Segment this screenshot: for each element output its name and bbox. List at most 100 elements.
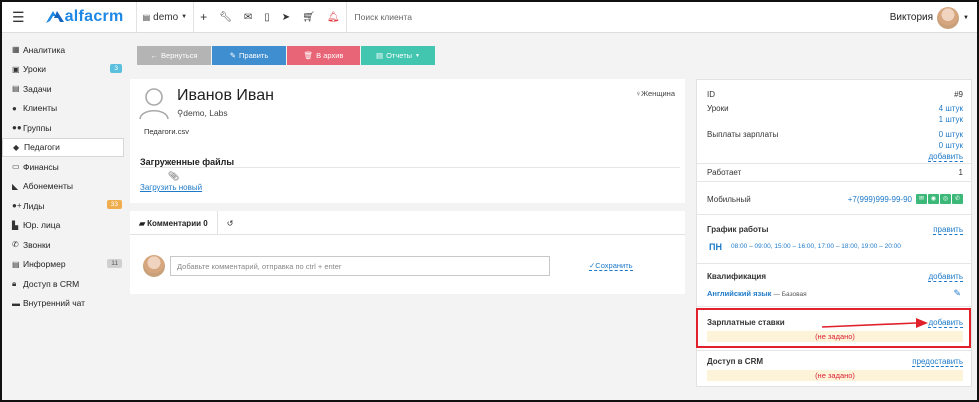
edit-schedule-link[interactable]: править <box>933 225 963 235</box>
works-value: 1 <box>958 168 963 177</box>
lessons-count-2[interactable]: 1 штук <box>939 115 963 124</box>
sidebar-item-label: Доступ в CRM <box>23 278 80 289</box>
sidebar-item-label: Аналитика <box>23 44 66 55</box>
viber-icon[interactable]: ◎ <box>940 194 951 204</box>
divider <box>697 163 971 164</box>
tab-comments[interactable]: ▰ Комментарии 0 <box>130 211 218 235</box>
informer-badge: 11 <box>107 258 122 268</box>
sidebar-item-informer[interactable]: ▤ Информер 11 <box>2 255 128 275</box>
archive-button[interactable]: 🗑︎ В архив <box>287 46 360 65</box>
wrench-icon[interactable]: 🔧︎ <box>213 2 238 33</box>
plus-icon[interactable]: + <box>194 2 213 33</box>
qualification-title: Квалификация <box>707 272 767 281</box>
sidebar-item-label: Внутренний чат <box>23 298 86 309</box>
sidebar-item-label: Юр. лица <box>23 220 61 231</box>
bell-icon[interactable]: 🔔︎ <box>321 2 346 33</box>
divider <box>697 181 971 182</box>
qualification-subject[interactable]: Английский язык <box>707 289 771 298</box>
back-button[interactable]: ← Вернуться <box>137 46 211 65</box>
action-toolbar: ← Вернуться ✎ Править 🗑︎ В архив ▤ Отчеты ▼ <box>137 46 435 65</box>
teacher-profile-card: Иванов Иван ⚲demo, Labs ♀Женщина Педагог… <box>130 79 685 203</box>
divider <box>697 263 971 264</box>
qualification-item: Английский язык — Базовая <box>707 289 807 298</box>
tab-history[interactable]: ↺ <box>218 211 243 235</box>
mobile-icon[interactable]: ▯ <box>258 2 276 33</box>
teacher-name: Иванов Иван <box>177 87 274 104</box>
comment-input[interactable]: Добавьте комментарий, отправка по ctrl +… <box>170 256 550 276</box>
mobile-contact: +7(999)999-99-90 ✉ ◉ ◎ ✆ <box>848 194 963 204</box>
branch-label: demo <box>153 11 179 23</box>
sidebar: ▦ Аналитика ▣ Уроки 3 ▤ Задачи ● Клиенты ●● Гр… <box>2 34 128 400</box>
telegram-icon[interactable]: ➤ <box>276 2 296 33</box>
lock-icon: 🔒︎ <box>12 278 17 288</box>
edit-button[interactable]: ✎ Править <box>212 46 286 65</box>
print-icon: ▤ <box>376 51 384 60</box>
add-payout-link[interactable]: добавить <box>928 152 963 162</box>
teacher-gender: ♀Женщина <box>635 89 675 98</box>
sidebar-item-chat[interactable]: ▬ Внутренний чат <box>2 294 128 314</box>
sms-icon[interactable]: ✉ <box>916 194 927 204</box>
user-icon: ● <box>12 103 17 113</box>
grant-access-link[interactable]: предоставить <box>912 357 963 367</box>
top-bar: ☰ alfacrm ▤ demo ▼ + 🔧︎ ✉ ▯ ➤ 🛒︎ 🔔︎ Поис… <box>2 2 977 33</box>
divider <box>697 350 971 351</box>
uploaded-files-title: Загруженные файлы <box>140 157 235 167</box>
sidebar-item-legal[interactable]: ▙ Юр. лица <box>2 216 128 236</box>
mobile-number[interactable]: +7(999)999-99-90 <box>848 195 912 204</box>
payouts-label: Выплаты зарплаты <box>707 130 779 139</box>
menu-icon[interactable]: ☰ <box>2 2 35 33</box>
sidebar-item-finance[interactable]: ▭ Финансы <box>2 157 128 177</box>
sidebar-item-crm-access[interactable]: 🔒︎ Доступ в CRM <box>2 274 128 294</box>
tasks-icon: ▤ <box>12 84 20 94</box>
caret-down-icon: ▼ <box>963 14 969 21</box>
branch-selector[interactable]: ▤ demo ▼ <box>137 2 194 33</box>
pencil-icon: ✎ <box>229 51 237 60</box>
sidebar-item-lessons[interactable]: ▣ Уроки 3 <box>2 60 128 80</box>
logo[interactable]: alfacrm <box>45 8 124 26</box>
sidebar-item-analytics[interactable]: ▦ Аналитика <box>2 40 128 60</box>
user-menu[interactable]: Виктория ▼ <box>890 2 969 33</box>
sidebar-item-groups[interactable]: ●● Группы <box>2 118 128 138</box>
sidebar-item-leads[interactable]: ●+ Лиды 33 <box>2 196 128 216</box>
crm-access-title: Доступ в CRM <box>707 357 764 366</box>
lessons-badge: 3 <box>110 63 122 73</box>
add-qualification-link[interactable]: добавить <box>928 272 963 282</box>
mail-icon[interactable]: ✉ <box>238 2 258 33</box>
whatsapp-icon[interactable]: ◉ <box>928 194 939 204</box>
lessons-count-1[interactable]: 4 штук <box>939 104 963 113</box>
list-icon: ▤ <box>12 259 20 269</box>
sidebar-item-label: Звонки <box>23 239 51 250</box>
id-label: ID <box>707 90 715 99</box>
payouts-count-2[interactable]: 0 штук <box>939 141 963 150</box>
trash-icon: 🗑︎ <box>303 51 314 60</box>
divider <box>697 214 971 215</box>
call-icon[interactable]: ✆ <box>952 194 963 204</box>
chart-icon: ▦ <box>12 45 20 55</box>
user-avatar-icon <box>139 88 169 120</box>
cart-icon[interactable]: 🛒︎ <box>296 2 321 33</box>
schedule-title: График работы <box>707 225 769 234</box>
sidebar-item-calls[interactable]: ✆ Звонки <box>2 235 128 255</box>
search-input[interactable]: Поиск клиента <box>355 12 412 22</box>
pencil-icon[interactable]: ✎ <box>953 288 961 299</box>
reports-button[interactable]: ▤ Отчеты ▼ <box>361 46 435 65</box>
payouts-count-1[interactable]: 0 штук <box>939 130 963 139</box>
caret-down-icon: ▼ <box>415 52 420 59</box>
user-name: Виктория <box>889 12 934 23</box>
sidebar-item-clients[interactable]: ● Клиенты <box>2 99 128 119</box>
schedule-times: 08:00 – 09:00, 15:00 – 16:00, 17:00 – 18… <box>731 243 901 250</box>
sidebar-item-teachers[interactable]: ◆ Педагоги <box>2 137 124 157</box>
save-comment-button[interactable]: ✓Сохранить <box>589 261 633 271</box>
sidebar-item-label: Информер <box>23 259 66 270</box>
sidebar-item-label: Группы <box>23 122 52 133</box>
sidebar-item-subscriptions[interactable]: ◣ Абонементы <box>2 177 128 197</box>
avatar <box>143 255 165 277</box>
upload-new-link[interactable]: Загрузить новый <box>140 183 202 192</box>
crm-access-status: (не задано) <box>707 370 963 381</box>
comments-tabs: ▰ Комментарии 0 ↺ <box>130 211 685 235</box>
attached-file[interactable]: Педагоги.csv <box>144 127 189 136</box>
sidebar-item-tasks[interactable]: ▤ Задачи <box>2 79 128 99</box>
app-window: ☰ alfacrm ▤ demo ▼ + 🔧︎ ✉ ▯ ➤ 🛒︎ 🔔︎ Поис… <box>0 0 979 402</box>
chat-icon: ▬ <box>12 298 20 308</box>
lessons-label: Уроки <box>707 104 729 113</box>
